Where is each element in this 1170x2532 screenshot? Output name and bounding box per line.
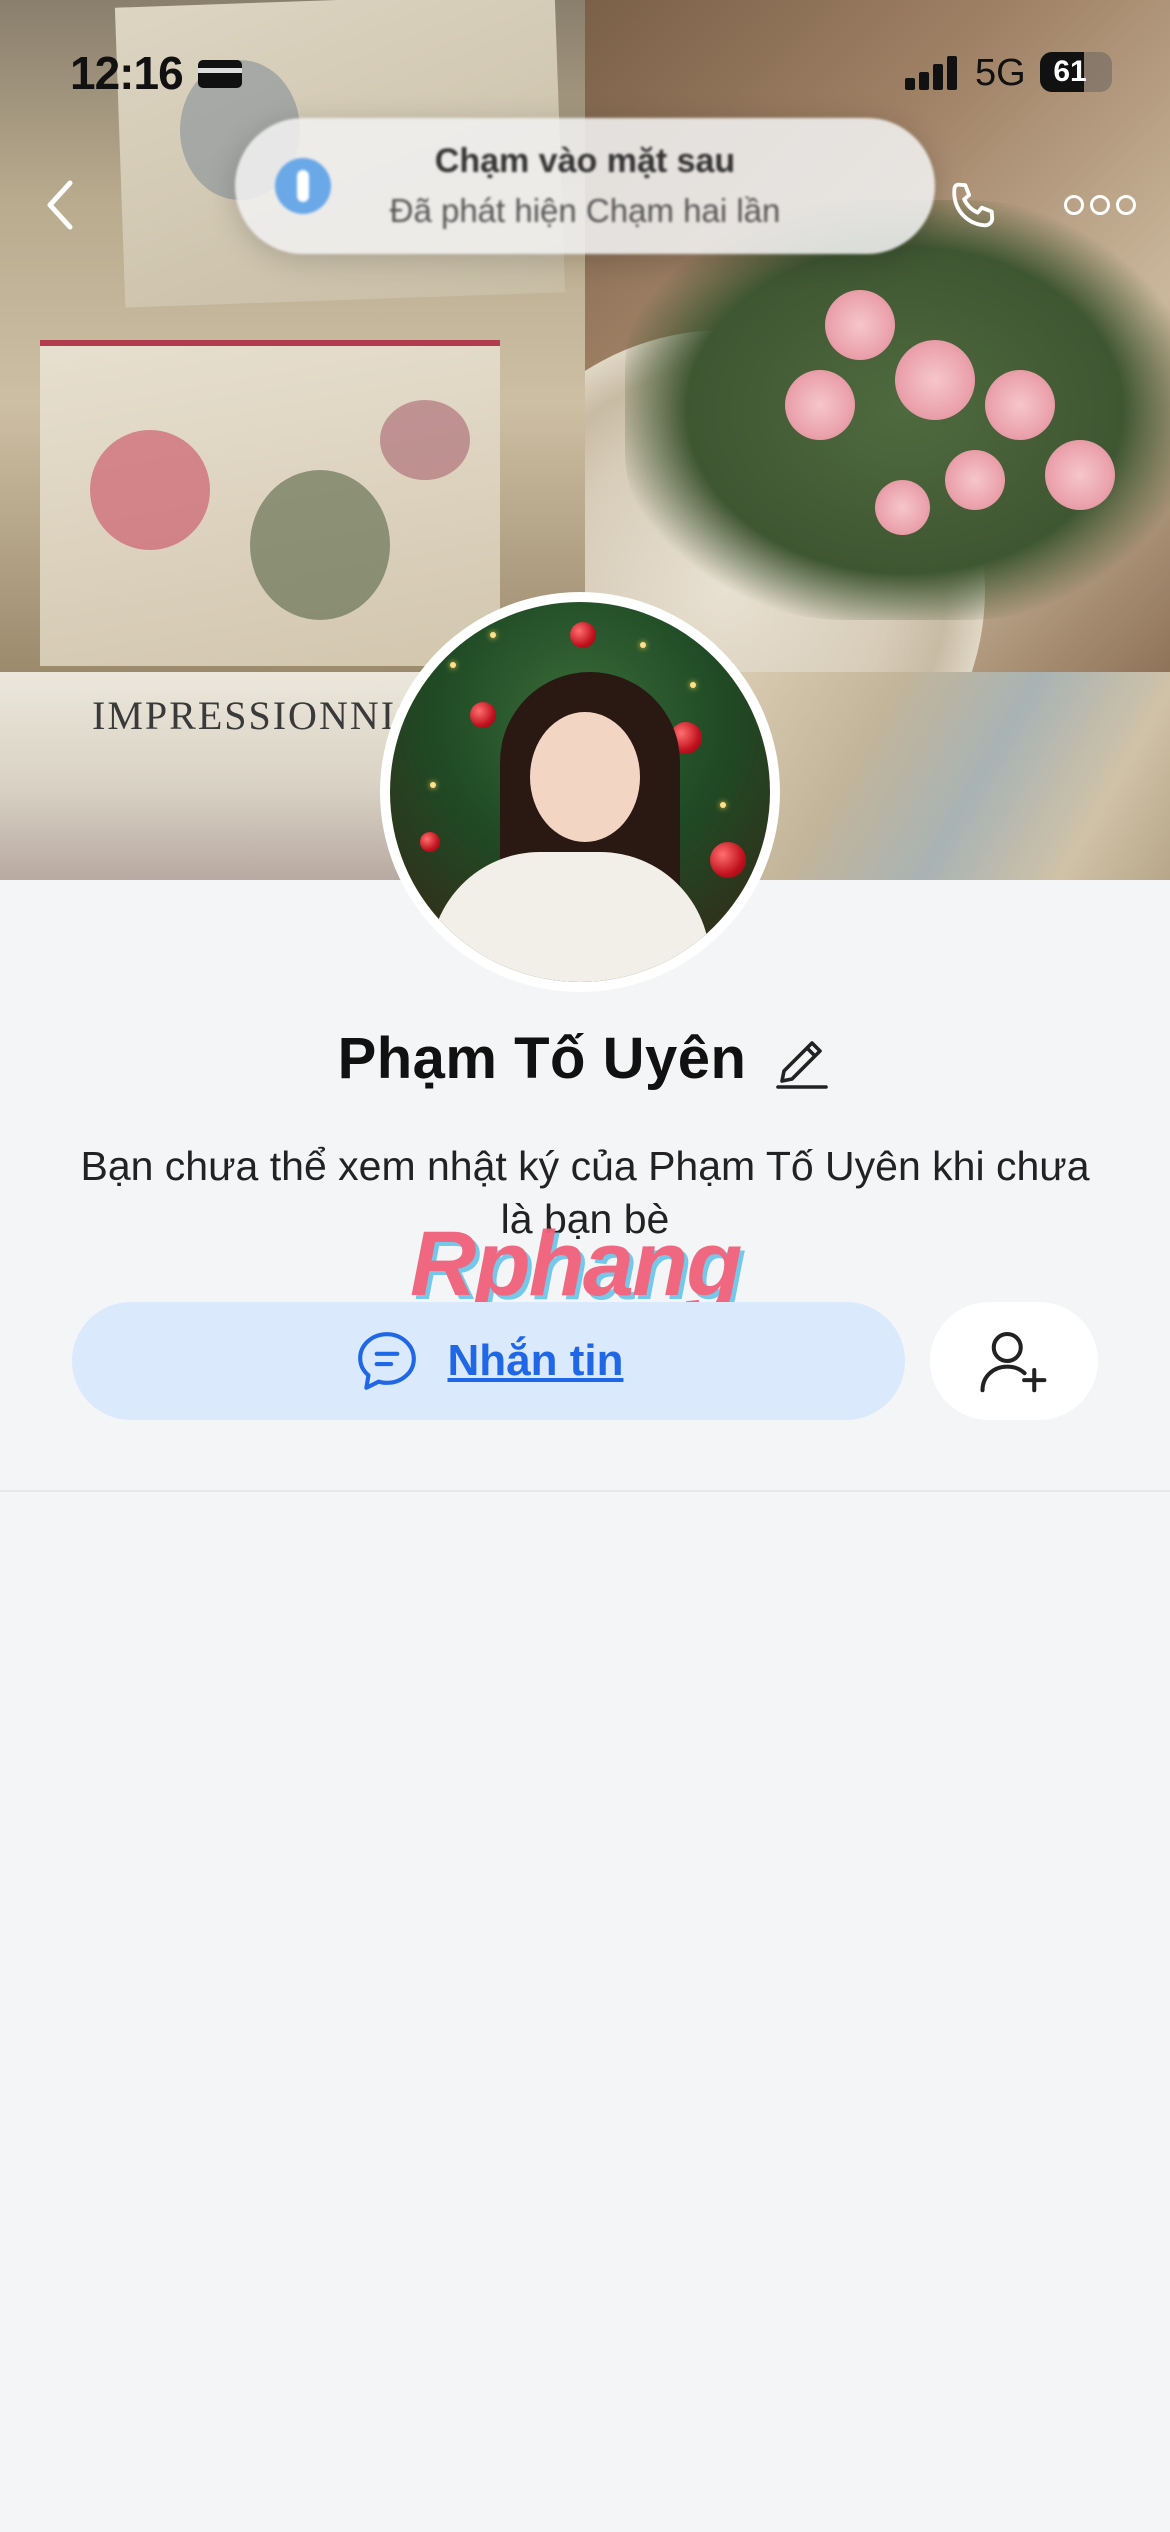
profile-name: Phạm Tố Uyên	[337, 1026, 747, 1091]
section-divider	[0, 1490, 1170, 1492]
add-friend-button[interactable]	[930, 1302, 1098, 1420]
message-button-label: Nhắn tin	[447, 1336, 624, 1385]
battery-level: 61	[1053, 55, 1087, 88]
book-title: IMPRESSIONNISM	[92, 693, 420, 738]
cover-tile-book: IMPRESSIONNISM	[0, 672, 420, 880]
status-time: 12:16	[70, 47, 184, 99]
more-icon	[1064, 195, 1084, 215]
avatar[interactable]	[380, 592, 780, 992]
phone-icon	[952, 182, 995, 228]
card-icon	[198, 60, 242, 88]
network-type: 5G	[975, 52, 1026, 94]
call-button[interactable]	[935, 170, 1011, 246]
add-friend-icon	[980, 1331, 1047, 1393]
toast-subtitle: Đã phát hiện Chạm hai lần	[389, 192, 781, 229]
pencil-icon[interactable]	[772, 1027, 832, 1091]
cover-tile-map	[740, 672, 1170, 880]
back-tap-toast: Chạm vào mặt sau Đã phát hiện Chạm hai l…	[235, 118, 935, 254]
profile-name-row: Phạm Tố Uyên	[0, 1025, 1170, 1092]
signal-icon	[905, 56, 961, 90]
toast-title: Chạm vào mặt sau	[434, 142, 736, 180]
more-button[interactable]	[1060, 175, 1140, 235]
back-button[interactable]	[30, 170, 90, 240]
message-button[interactable]: Nhắn tin	[72, 1302, 905, 1420]
battery-icon: 61	[1040, 52, 1112, 92]
chat-bubble-icon	[357, 1332, 416, 1390]
back-chevron-icon	[47, 180, 73, 230]
avatar-photo	[390, 602, 770, 982]
